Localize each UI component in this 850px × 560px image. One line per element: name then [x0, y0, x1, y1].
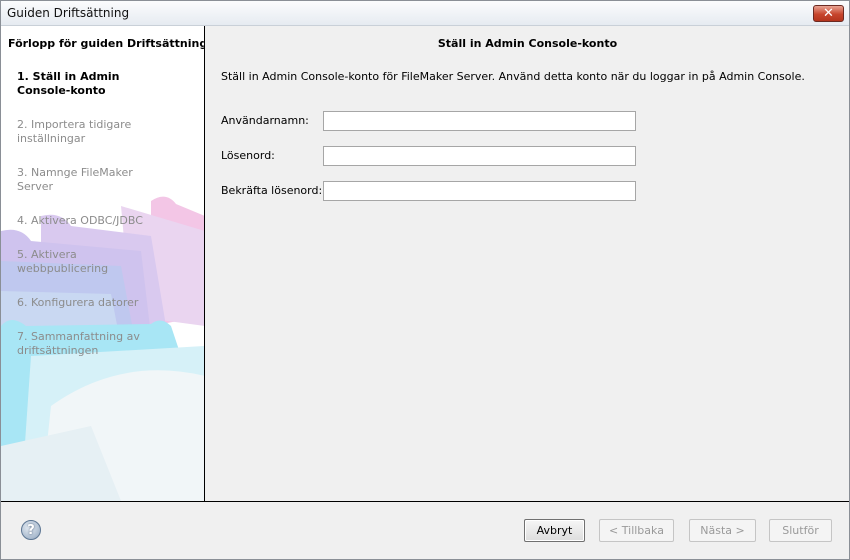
close-button[interactable]: ✕ — [813, 5, 844, 22]
password-input[interactable] — [323, 146, 636, 166]
title-bar: Guiden Driftsättning ✕ — [1, 1, 849, 26]
confirm-password-label: Bekräfta lösenord: — [221, 184, 323, 197]
wizard-window: Guiden Driftsättning ✕ Förlopp för guide… — [0, 0, 850, 560]
step-2: 2. Importera tidigare inställningar — [17, 118, 132, 145]
step-7: 7. Sammanfattning av driftsättningen — [17, 330, 140, 357]
next-button[interactable]: Nästa > — [689, 519, 756, 542]
window-title: Guiden Driftsättning — [7, 6, 130, 20]
step-6: 6. Konfigurera datorer — [17, 296, 139, 309]
confirm-password-input[interactable] — [323, 181, 636, 201]
main-panel: Ställ in Admin Console-konto Ställ in Ad… — [206, 26, 849, 501]
back-button[interactable]: < Tillbaka — [599, 519, 674, 542]
step-3: 3. Namnge FileMaker Server — [17, 166, 133, 193]
step-4: 4. Aktivera ODBC/JDBC — [17, 214, 143, 227]
footer-bar: ? Avbryt < Tillbaka Nästa > Slutför — [1, 501, 849, 559]
step-5: 5. Aktivera webbpublicering — [17, 248, 109, 275]
page-title: Ställ in Admin Console-konto — [437, 37, 618, 50]
sidebar-heading: Förlopp för guiden Driftsättning — [8, 37, 205, 50]
cancel-button[interactable]: Avbryt — [524, 519, 585, 542]
password-label: Lösenord: — [221, 149, 275, 162]
progress-sidebar: Förlopp för guiden Driftsättning 1. Stäl… — [1, 26, 205, 501]
help-button[interactable]: ? — [21, 520, 41, 540]
close-icon: ✕ — [823, 6, 834, 21]
finish-button[interactable]: Slutför — [769, 519, 832, 542]
username-input[interactable] — [323, 111, 636, 131]
description-text: Ställ in Admin Console-konto för FileMak… — [221, 70, 805, 83]
step-1: 1. Ställ in Admin Console-konto — [17, 70, 120, 97]
help-icon: ? — [27, 522, 35, 538]
username-label: Användarnamn: — [221, 114, 309, 127]
